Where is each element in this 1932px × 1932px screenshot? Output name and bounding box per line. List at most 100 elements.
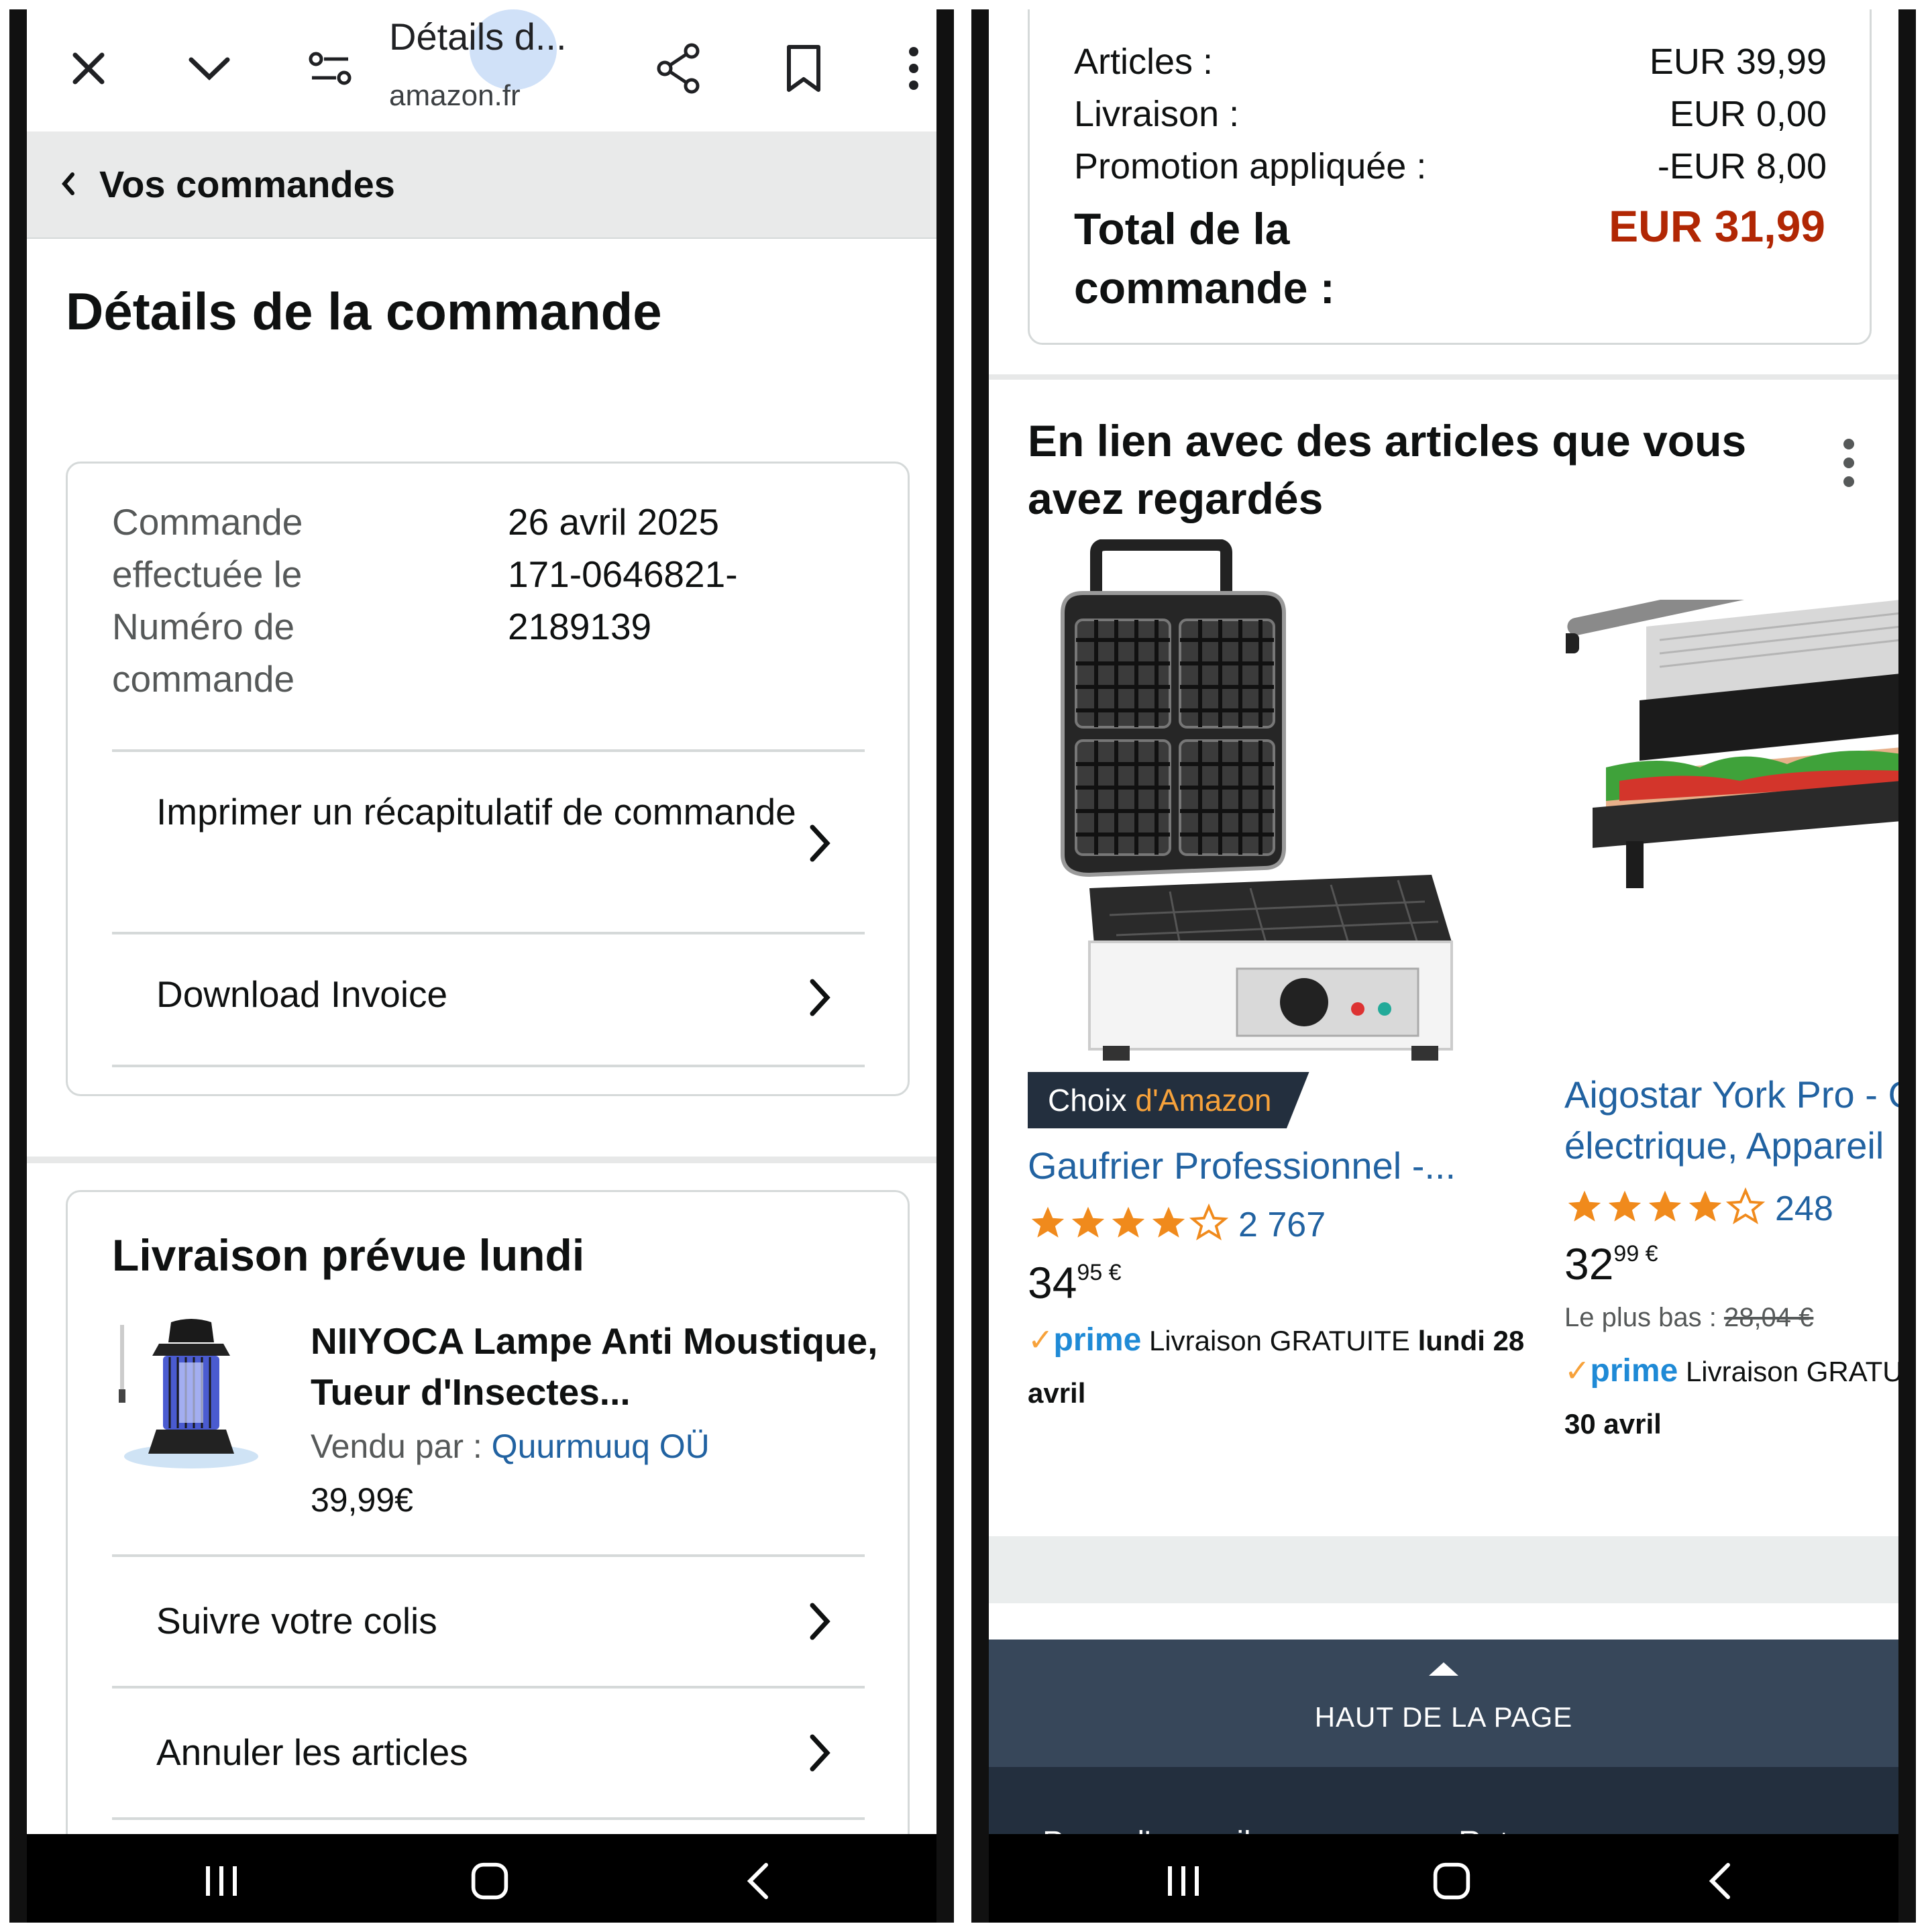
footer-link-returns[interactable]: Retour: [1458, 1825, 1555, 1834]
share-icon[interactable]: [651, 40, 707, 97]
footer-links: Page d'accueil Retour: [989, 1767, 1898, 1834]
bookmark-icon[interactable]: [775, 40, 832, 97]
order-total-label: Total de la commande :: [1074, 204, 1335, 313]
price-whole: 32: [1564, 1239, 1614, 1289]
order-number-value-2: 2189139: [508, 606, 652, 647]
divider: [112, 1554, 865, 1557]
cancel-items-link[interactable]: Annuler les articles: [156, 1726, 800, 1778]
delivery-text: Livraison GRATUIT: [1685, 1356, 1898, 1387]
order-info-labels: Commande effectuée le Numéro de commande: [112, 496, 461, 705]
caret-up-icon: [1429, 1662, 1458, 1676]
seller-link[interactable]: Quurmuuq OÜ: [492, 1428, 710, 1465]
summary-row-shipping: Livraison : EUR 0,00: [1074, 93, 1827, 135]
divider: [112, 749, 865, 752]
divider: [112, 1686, 865, 1688]
home-icon[interactable]: [470, 1861, 510, 1901]
recent-apps-icon[interactable]: [201, 1861, 241, 1901]
star-empty-icon: [1725, 1187, 1766, 1230]
review-count[interactable]: 248: [1775, 1189, 1833, 1229]
shipping-label: Livraison :: [1074, 94, 1240, 134]
product-image-mosquito-lamp[interactable]: [112, 1316, 270, 1474]
back-icon[interactable]: [738, 1861, 778, 1901]
order-date-label-2: effectuée le: [112, 553, 303, 595]
order-number-label: Numéro de: [112, 606, 295, 647]
browser-url[interactable]: amazon.fr: [389, 79, 521, 113]
back-to-top-button[interactable]: HAUT DE LA PAGE: [989, 1640, 1898, 1767]
star-empty-icon: [1189, 1203, 1229, 1246]
order-date-label: Commande: [112, 501, 303, 543]
star-rating[interactable]: 2 767: [1028, 1203, 1326, 1246]
items-value: EUR 39,99: [1649, 42, 1827, 82]
prime-check-icon: ✓: [1564, 1353, 1591, 1388]
star-rating[interactable]: 248: [1564, 1187, 1833, 1230]
page-title: Détails de la commande: [66, 282, 662, 341]
product-price: 3495 €: [1028, 1257, 1122, 1308]
price-fraction: 99 €: [1613, 1241, 1658, 1267]
download-invoice-link[interactable]: Download Invoice: [156, 968, 800, 1020]
close-icon[interactable]: [60, 40, 117, 97]
delivery-card: Livraison prévue lundi NIIYOCA Lampe Ant…: [66, 1190, 910, 1834]
section-divider: [27, 1157, 936, 1163]
android-nav-bar: [27, 1834, 936, 1923]
breadcrumb-label: Vos commandes: [99, 163, 395, 205]
order-number-label-2: commande: [112, 658, 295, 700]
delivery-title: Livraison prévue lundi: [112, 1230, 585, 1280]
order-info-card: Commande effectuée le Numéro de commande…: [66, 462, 910, 1096]
related-items-title: En lien avec des articles que vous avez …: [1028, 416, 1747, 523]
summary-row-promotion: Promotion appliquée : -EUR 8,00: [1074, 146, 1827, 187]
footer-link-home[interactable]: Page d'accueil: [1042, 1825, 1251, 1834]
home-icon[interactable]: [1432, 1861, 1472, 1901]
star-icon: [1028, 1203, 1068, 1246]
product-image-panini-grill[interactable]: [1559, 551, 1898, 922]
product-price: 3299 €: [1564, 1238, 1658, 1289]
chevron-right-icon[interactable]: [806, 1733, 833, 1773]
product-title-link-line2[interactable]: électrique, Appareil: [1564, 1120, 1884, 1171]
star-icon: [1564, 1187, 1605, 1230]
order-number-value: 171-0646821-: [508, 553, 738, 595]
order-date-value: 26 avril 2025: [508, 501, 719, 543]
section-divider: [989, 1536, 1898, 1603]
sold-by-line: Vendu par : Quurmuuq OÜ: [311, 1427, 710, 1466]
breadcrumb[interactable]: Vos commandes: [27, 131, 936, 239]
browser-toolbar: Détails d... amazon.fr: [27, 9, 936, 131]
product-title-link[interactable]: Gaufrier Professionnel -...: [1028, 1140, 1456, 1191]
lowest-price-label: Le plus bas :: [1564, 1303, 1717, 1332]
product-price: 39,99€: [311, 1481, 413, 1519]
delivery-date-2: avril: [1028, 1377, 1086, 1409]
divider: [112, 932, 865, 934]
promotion-label: Promotion appliquée :: [1074, 146, 1427, 186]
prime-delivery: ✓prime Livraison GRATUIT 30 avril: [1564, 1344, 1898, 1450]
back-icon[interactable]: [1700, 1861, 1740, 1901]
summary-row-items: Articles : EUR 39,99: [1074, 41, 1827, 83]
order-info-values: 26 avril 2025 171-0646821- 2189139: [508, 496, 883, 653]
product-image-waffle-maker[interactable]: [1049, 539, 1505, 1063]
page-settings-icon[interactable]: [302, 40, 358, 97]
chevron-right-icon[interactable]: [806, 1601, 833, 1642]
back-to-top-label: HAUT DE LA PAGE: [1314, 1701, 1573, 1733]
star-icon: [1685, 1187, 1725, 1230]
star-icon: [1108, 1203, 1148, 1246]
android-nav-bar: [989, 1834, 1898, 1923]
divider: [112, 1065, 865, 1067]
lowest-price-line: Le plus bas : 28,04 €: [1564, 1303, 1813, 1333]
order-total-value: EUR 31,99: [1609, 201, 1825, 251]
print-summary-link[interactable]: Imprimer un récapitulatif de commande: [156, 786, 800, 838]
star-icon: [1605, 1187, 1645, 1230]
chevron-right-icon[interactable]: [806, 823, 833, 863]
phone-screen-left: Détails d... amazon.fr Vos commandes Dét…: [9, 9, 954, 1923]
lowest-price-value: 28,04 €: [1723, 1303, 1814, 1332]
track-package-link[interactable]: Suivre votre colis: [156, 1595, 800, 1647]
order-details-screen: Détails d... amazon.fr Vos commandes Dét…: [27, 9, 936, 1834]
product-title-link-line1[interactable]: Aigostar York Pro - G: [1564, 1069, 1898, 1120]
recent-apps-icon[interactable]: [1163, 1861, 1203, 1901]
promotion-value: -EUR 8,00: [1657, 146, 1827, 186]
more-vert-icon[interactable]: [885, 40, 936, 97]
phone-screen-right: Articles : EUR 39,99 Livraison : EUR 0,0…: [971, 9, 1916, 1923]
product-name-link[interactable]: NIIYOCA Lampe Anti Moustique, Tueur d'In…: [311, 1316, 888, 1417]
section-divider: [989, 374, 1898, 380]
review-count[interactable]: 2 767: [1238, 1205, 1326, 1245]
price-whole: 34: [1028, 1258, 1077, 1307]
more-vert-icon[interactable]: [1841, 436, 1868, 490]
chevron-down-icon[interactable]: [181, 40, 237, 97]
chevron-right-icon[interactable]: [806, 977, 833, 1018]
